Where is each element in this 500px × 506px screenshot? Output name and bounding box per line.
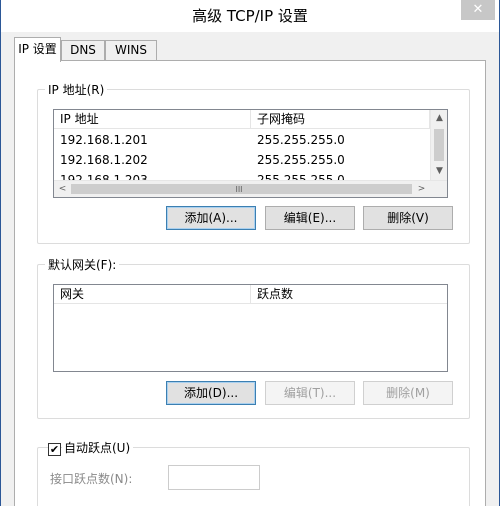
scroll-grip-icon: III [235, 185, 243, 194]
delete-ip-button[interactable]: 删除(V) [363, 206, 453, 230]
default-gateway-group: 默认网关(F): 网关 跃点数 添加(D)... 编辑(T)... 删除(M) [37, 256, 470, 419]
automatic-metric-label[interactable]: 自动跃点(U) [62, 439, 134, 456]
gateway-list[interactable]: 网关 跃点数 [53, 284, 448, 372]
add-ip-button[interactable]: 添加(A)... [166, 206, 256, 230]
column-header-metric[interactable]: 跃点数 [251, 285, 447, 304]
subnet-mask-cell: 255.255.255.0 [257, 173, 345, 180]
column-header-ip-address[interactable]: IP 地址 [54, 110, 251, 129]
ip-address-group-label: IP 地址(R) [45, 81, 108, 98]
window-title: 高级 TCP/IP 设置 [192, 7, 308, 25]
table-row[interactable]: 192.168.1.203 255.255.255.0 [54, 170, 432, 180]
subnet-mask-cell: 255.255.255.0 [257, 133, 345, 147]
scroll-left-icon[interactable]: < [54, 181, 71, 197]
ip-settings-panel: IP 地址(R) IP 地址 子网掩码 192.168.1.201 255.25… [14, 60, 486, 506]
tab-wins[interactable]: WINS [105, 40, 157, 61]
add-gateway-button[interactable]: 添加(D)... [166, 381, 256, 405]
subnet-mask-cell: 255.255.255.0 [257, 153, 345, 167]
advanced-tcpip-settings-window: 高级 TCP/IP 设置 ✕ IP 设置 DNS WINS IP 地址(R) I… [0, 0, 500, 506]
scroll-down-icon[interactable]: ▼ [431, 163, 447, 180]
ip-list-horizontal-scrollbar[interactable]: < III > [54, 180, 447, 197]
column-header-gateway[interactable]: 网关 [54, 285, 251, 304]
tab-label: WINS [115, 43, 147, 57]
gateway-list-header: 网关 跃点数 [54, 285, 447, 304]
tab-label: DNS [70, 43, 96, 57]
interface-metric-field[interactable] [168, 465, 260, 490]
close-icon: ✕ [472, 2, 484, 17]
title-bar: 高级 TCP/IP 设置 ✕ [1, 0, 499, 32]
tab-label: IP 设置 [18, 42, 57, 56]
edit-ip-button[interactable]: 编辑(E)... [265, 206, 355, 230]
table-row[interactable]: 192.168.1.201 255.255.255.0 [54, 130, 432, 150]
interface-metric-label: 接口跃点数(N): [50, 472, 133, 486]
checkmark-icon: ✔ [49, 443, 60, 456]
ip-address-cell: 192.168.1.201 [60, 133, 148, 147]
ip-address-cell: 192.168.1.202 [60, 153, 148, 167]
vertical-scroll-thumb[interactable] [434, 129, 444, 161]
scroll-right-icon[interactable]: > [413, 181, 430, 197]
ip-list-vertical-scrollbar[interactable]: ▲ ▼ [430, 110, 447, 180]
default-gateway-group-label: 默认网关(F): [45, 256, 120, 273]
ip-list-header: IP 地址 子网掩码 [54, 110, 447, 129]
column-header-subnet-mask[interactable]: 子网掩码 [251, 110, 430, 129]
automatic-metric-checkbox[interactable]: ✔ [48, 443, 61, 456]
ip-address-cell: 192.168.1.203 [60, 173, 148, 180]
table-row[interactable]: 192.168.1.202 255.255.255.0 [54, 150, 432, 170]
close-button[interactable]: ✕ [461, 0, 495, 20]
ip-address-list[interactable]: IP 地址 子网掩码 192.168.1.201 255.255.255.0 1… [53, 109, 448, 198]
tab-dns[interactable]: DNS [61, 40, 105, 61]
ip-address-group: IP 地址(R) IP 地址 子网掩码 192.168.1.201 255.25… [37, 81, 470, 244]
scroll-up-icon[interactable]: ▲ [431, 110, 447, 127]
metric-group: ✔ 自动跃点(U) 接口跃点数(N): [37, 439, 470, 506]
delete-gateway-button[interactable]: 删除(M) [363, 381, 453, 405]
tab-ip-settings[interactable]: IP 设置 [14, 37, 61, 62]
edit-gateway-button[interactable]: 编辑(T)... [265, 381, 355, 405]
